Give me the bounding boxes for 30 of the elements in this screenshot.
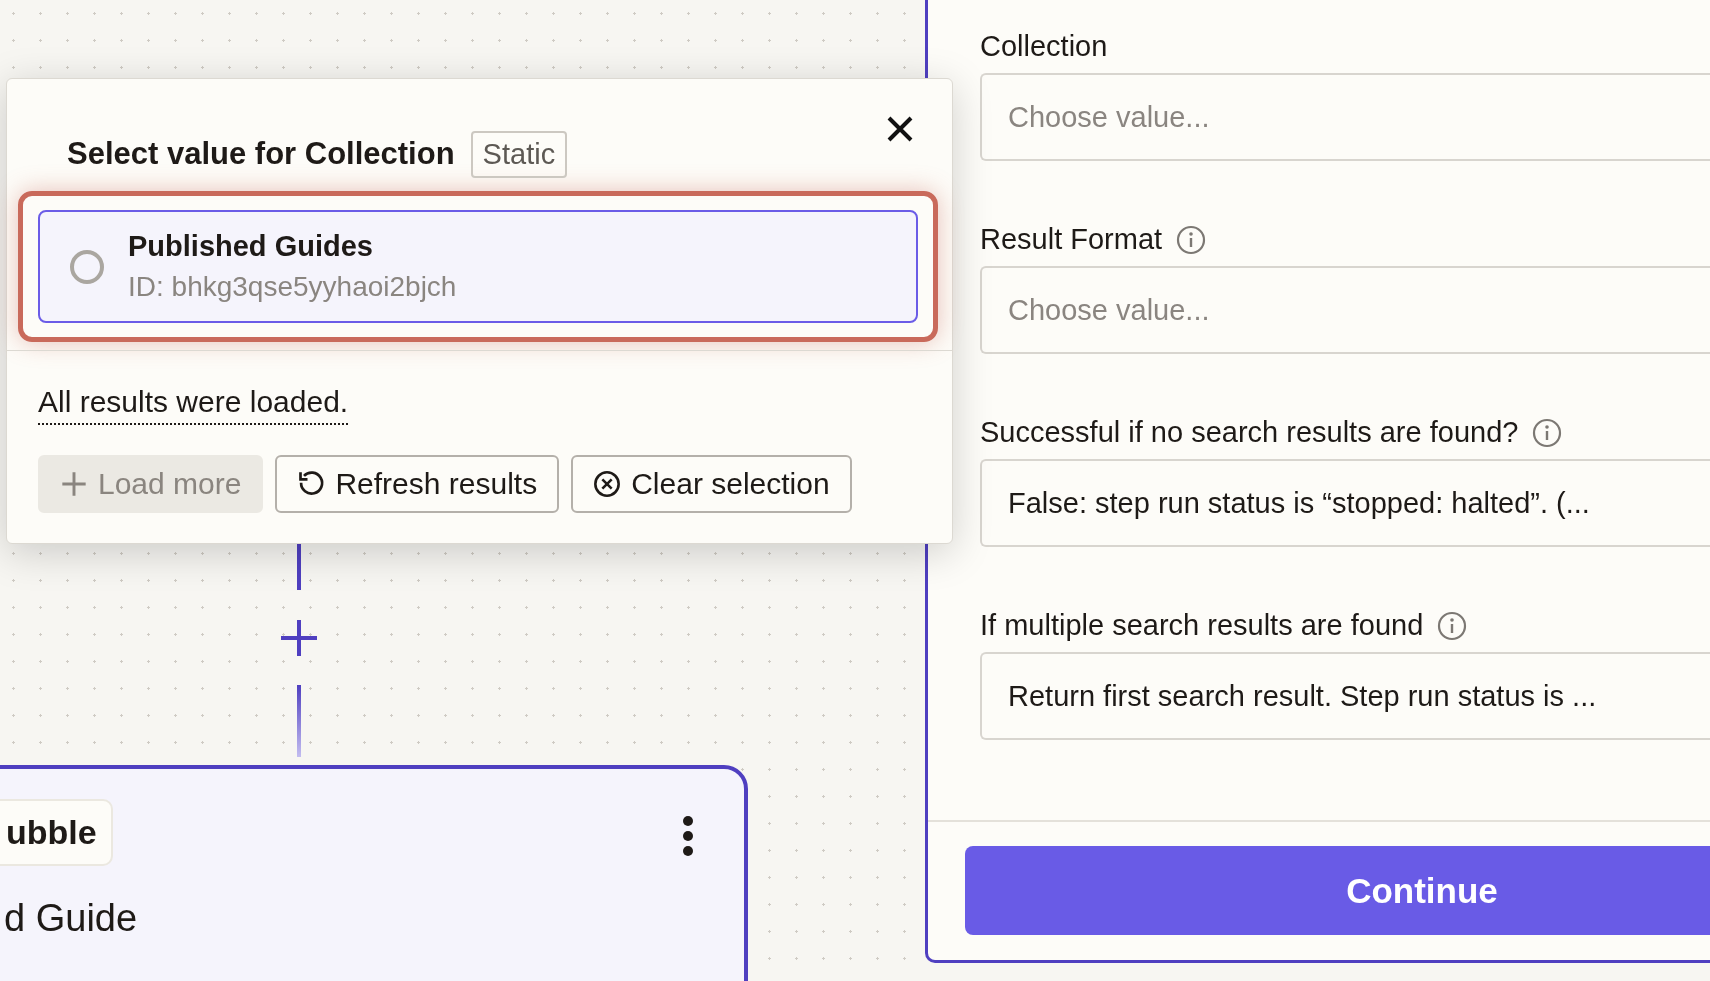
mode-badge: Static (470, 130, 568, 178)
step-title: d Guide (4, 897, 138, 940)
popup-title: Select value for Collection (67, 136, 455, 172)
more-options-icon[interactable] (682, 815, 694, 857)
status-text: All results were loaded. (38, 385, 349, 425)
select-field[interactable]: Choose value... (980, 73, 1710, 161)
clear-button[interactable]: Clear selection (571, 455, 852, 513)
field-label: Collection (980, 30, 1108, 63)
select-field[interactable]: Return first search result. Step run status is ... (980, 652, 1710, 740)
close-icon[interactable] (886, 115, 914, 143)
info-icon[interactable] (1437, 610, 1468, 641)
field-label: Successful if no search results are found? (980, 416, 1519, 449)
plus-icon (60, 470, 88, 498)
option-name: Published Guides (128, 230, 374, 263)
app-badge: ubble (0, 799, 113, 866)
continue-button[interactable]: Continue (965, 846, 1710, 935)
select-field[interactable]: False: step run status is “stopped: halted”. (... (980, 459, 1710, 547)
field-label: If multiple search results are found (980, 609, 1424, 642)
option-item[interactable]: Published Guides ID: bhkg3qse5yyhaoi2bjch (38, 210, 918, 323)
select-field[interactable]: Choose value... (980, 266, 1710, 354)
radio-button[interactable] (70, 250, 104, 284)
refresh-icon (297, 470, 326, 498)
step-card[interactable]: ubble d Guide (0, 765, 748, 981)
option-id: ID: bhkg3qse5yyhaoi2bjch (128, 271, 457, 303)
refresh-button[interactable]: Refresh results (275, 455, 560, 513)
field-label: Result Format (980, 223, 1163, 256)
info-icon[interactable] (1176, 224, 1207, 255)
info-icon[interactable] (1532, 417, 1563, 448)
add-step-icon[interactable] (279, 618, 319, 658)
clear-icon (593, 470, 622, 498)
